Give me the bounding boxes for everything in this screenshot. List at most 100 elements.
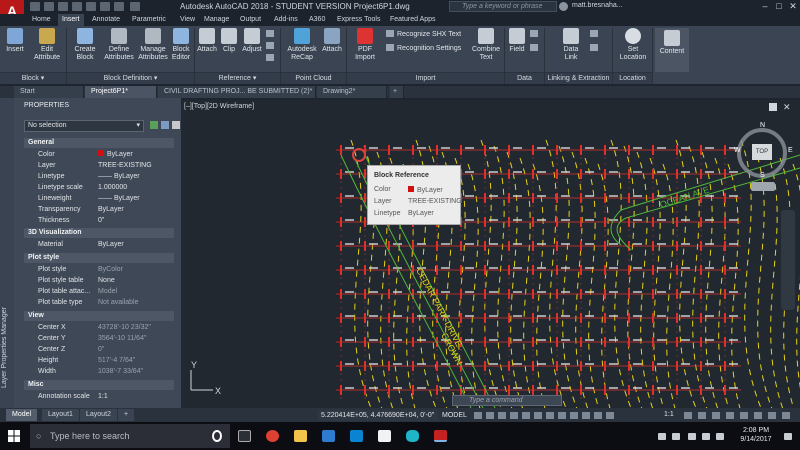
battery-icon[interactable] bbox=[716, 433, 724, 440]
system-clock[interactable]: 2:08 PM 9/14/2017 bbox=[736, 426, 776, 444]
prop-center-z[interactable]: Center Z 0" bbox=[24, 344, 174, 355]
adjust-button[interactable]: Adjust bbox=[240, 28, 264, 54]
coordinates-display[interactable]: 5.220414E+05, 4.476690E+04, 0'-0" bbox=[318, 410, 438, 421]
help-search-input[interactable]: Type a keyword or phrase bbox=[449, 1, 557, 12]
edit-attribute-button[interactable]: Edit Attribute bbox=[30, 28, 64, 62]
tab-parametric[interactable]: Parametric bbox=[128, 14, 170, 26]
chrome-icon[interactable] bbox=[266, 430, 279, 442]
data-tool-1[interactable] bbox=[530, 30, 541, 40]
tab-annotate[interactable]: Annotate bbox=[88, 14, 124, 26]
viewcube-top-face[interactable]: TOP bbox=[752, 144, 772, 160]
attach-button[interactable]: Attach bbox=[196, 28, 218, 54]
annotation-monitor-icon[interactable] bbox=[698, 412, 706, 419]
save-icon[interactable] bbox=[58, 2, 68, 11]
prop-annotation-scale[interactable]: Annotation scale 1:1 bbox=[24, 391, 174, 402]
data-link-button[interactable]: Data Link bbox=[556, 28, 586, 62]
define-attributes-button[interactable]: Define Attributes bbox=[102, 28, 136, 62]
viewport-restore-icon[interactable] bbox=[769, 103, 777, 111]
user-avatar-icon[interactable] bbox=[559, 2, 568, 11]
layer-properties-strip[interactable]: Layer Properties Manager bbox=[0, 98, 14, 408]
taskbar-search-input[interactable]: ○ Type here to search bbox=[30, 424, 230, 448]
section-view[interactable]: View bbox=[24, 311, 174, 321]
isolate-objects-icon[interactable] bbox=[754, 412, 762, 419]
units-icon[interactable] bbox=[712, 412, 720, 419]
drawing-canvas[interactable]: CEDAR PARK DRIVE CROWN OCEAN AVE Y X [–]… bbox=[181, 100, 800, 408]
lock-ui-icon[interactable] bbox=[740, 412, 748, 419]
create-block-button[interactable]: Create Block bbox=[70, 28, 100, 62]
tab-output[interactable]: Output bbox=[236, 14, 265, 26]
model-space-toggle[interactable]: MODEL bbox=[442, 410, 467, 421]
recognition-settings-button[interactable]: Recognition Settings bbox=[386, 44, 461, 54]
maximize-button[interactable]: □ bbox=[772, 1, 786, 12]
tab-view[interactable]: View bbox=[176, 14, 199, 26]
linking-tool-2[interactable] bbox=[590, 44, 601, 54]
tab-insert[interactable]: Insert bbox=[58, 14, 84, 26]
prop-width[interactable]: Width 1038'-7 33/64" bbox=[24, 366, 174, 377]
block-editor-button[interactable]: Block Editor bbox=[170, 28, 192, 62]
arduino-icon[interactable] bbox=[406, 430, 419, 442]
data-tool-2[interactable] bbox=[530, 44, 541, 54]
prop-lineweight[interactable]: Lineweight —— ByLayer bbox=[24, 193, 174, 204]
tab-layout2[interactable]: Layout2 bbox=[80, 409, 117, 421]
notifications-icon[interactable] bbox=[784, 433, 792, 440]
quick-properties-icon[interactable] bbox=[726, 412, 734, 419]
minimize-button[interactable]: – bbox=[758, 1, 772, 12]
selection-cycling-icon[interactable] bbox=[582, 412, 590, 419]
reference-tool-2[interactable] bbox=[266, 42, 277, 52]
isodraft-icon[interactable] bbox=[522, 412, 530, 419]
toggle-pickadd-icon[interactable] bbox=[150, 121, 158, 129]
viewcube-east[interactable]: E bbox=[788, 147, 793, 154]
pdf-import-button[interactable]: PDF Import bbox=[350, 28, 380, 62]
insert-button[interactable]: Insert bbox=[2, 28, 28, 54]
cortana-mic-icon[interactable] bbox=[212, 430, 222, 442]
windows-start-icon[interactable] bbox=[8, 430, 20, 442]
selection-dropdown[interactable]: No selection ▾ bbox=[24, 120, 144, 132]
recognize-shx-text-button[interactable]: Recognize SHX Text bbox=[386, 30, 461, 40]
lineweight-icon[interactable] bbox=[558, 412, 566, 419]
quick-select-icon[interactable] bbox=[172, 121, 180, 129]
user-name[interactable]: matt.bresnaha... bbox=[572, 2, 623, 9]
add-layout-button[interactable]: + bbox=[118, 409, 135, 421]
attach-point-cloud-button[interactable]: Attach bbox=[320, 28, 344, 54]
network-icon[interactable] bbox=[688, 433, 696, 440]
close-button[interactable]: ✕ bbox=[786, 1, 800, 12]
tab-home[interactable]: Home bbox=[28, 14, 55, 26]
redo-icon[interactable] bbox=[114, 2, 124, 11]
share-icon[interactable] bbox=[130, 2, 140, 11]
open-file-icon[interactable] bbox=[44, 2, 54, 11]
selected-tree-block[interactable] bbox=[352, 148, 366, 162]
tab-manage[interactable]: Manage bbox=[200, 14, 233, 26]
wcs-menu-button[interactable] bbox=[751, 182, 775, 191]
task-view-icon[interactable] bbox=[238, 430, 251, 442]
customization-icon[interactable] bbox=[782, 412, 790, 419]
autocad-taskbar-icon[interactable] bbox=[434, 430, 447, 442]
prop-transparency[interactable]: Transparency ByLayer bbox=[24, 204, 174, 215]
show-hidden-icons[interactable] bbox=[672, 433, 680, 440]
prop-linetype[interactable]: Linetype —— ByLayer bbox=[24, 171, 174, 182]
prop-linetype-scale[interactable]: Linetype scale 1.000000 bbox=[24, 182, 174, 193]
prop-layer[interactable]: Layer TREE-EXISTING bbox=[24, 160, 174, 171]
prop-center-x[interactable]: Center X 43728'-10 23/32" bbox=[24, 322, 174, 333]
clip-button[interactable]: Clip bbox=[219, 28, 239, 54]
prop-thickness[interactable]: Thickness 0" bbox=[24, 215, 174, 226]
file-tab-drawing2[interactable]: Drawing2* bbox=[317, 86, 387, 98]
field-button[interactable]: Field bbox=[506, 28, 528, 54]
section-3d-visualization[interactable]: 3D Visualization bbox=[24, 228, 174, 238]
new-file-icon[interactable] bbox=[30, 2, 40, 11]
plot-icon[interactable] bbox=[86, 2, 96, 11]
navigation-bar[interactable] bbox=[781, 210, 795, 310]
set-location-button[interactable]: Set Location bbox=[616, 28, 650, 62]
transparency-icon[interactable] bbox=[570, 412, 578, 419]
ortho-icon[interactable] bbox=[498, 412, 506, 419]
manage-attributes-button[interactable]: Manage Attributes bbox=[137, 28, 169, 62]
combine-text-button[interactable]: Combine Text bbox=[468, 28, 504, 62]
viewcube-west[interactable]: W bbox=[734, 147, 741, 154]
undo-icon[interactable] bbox=[100, 2, 110, 11]
tab-model[interactable]: Model bbox=[6, 409, 38, 421]
grid-icon[interactable] bbox=[474, 412, 482, 419]
tab-express-tools[interactable]: Express Tools bbox=[333, 14, 384, 26]
linking-tool-1[interactable] bbox=[590, 30, 601, 40]
section-misc[interactable]: Misc bbox=[24, 380, 174, 390]
prop-center-y[interactable]: Center Y 3564'-10 11/64" bbox=[24, 333, 174, 344]
prop-material[interactable]: Material ByLayer bbox=[24, 239, 174, 250]
